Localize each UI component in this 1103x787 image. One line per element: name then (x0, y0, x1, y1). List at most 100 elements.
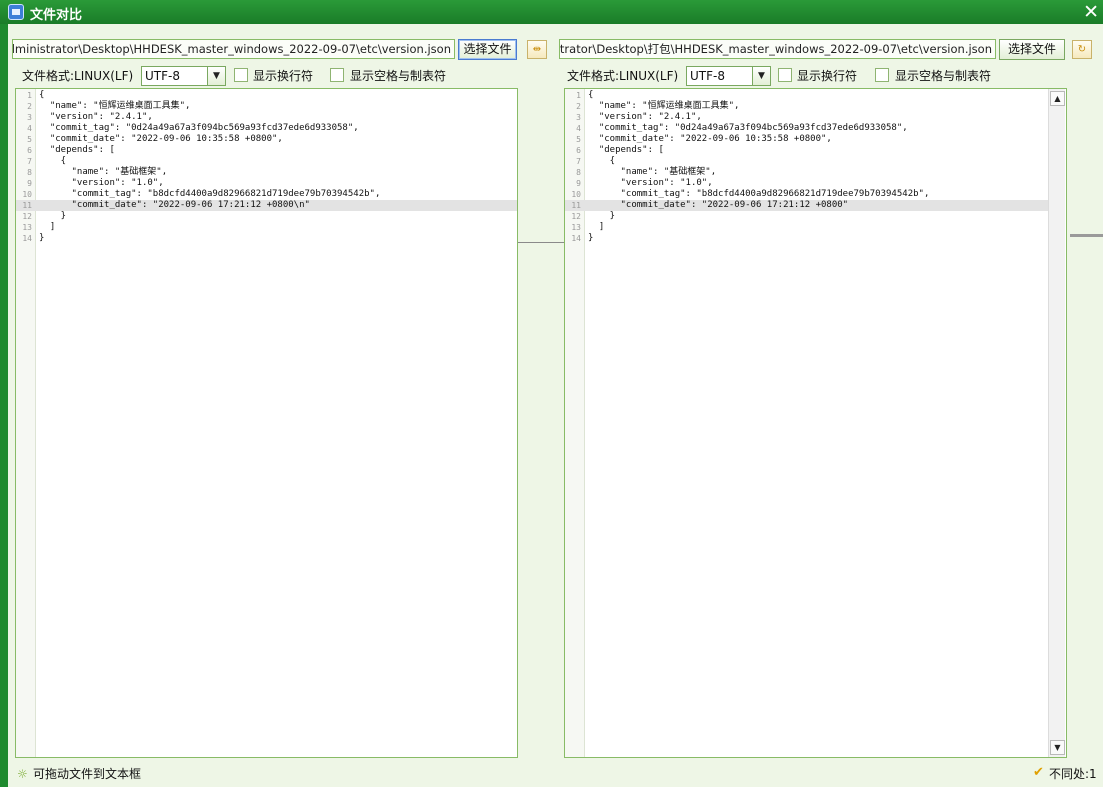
right-format-label: 文件格式:LINUX(LF) (567, 69, 679, 83)
line-text: ] (39, 222, 56, 232)
line-number: 1 (576, 91, 581, 100)
status-hint: 可拖动文件到文本框 (33, 767, 142, 781)
line-text: "commit_date": "2022-09-06 10:35:58 +080… (588, 134, 832, 144)
left-show-newline-label: 显示换行符 (253, 69, 314, 83)
line-text: } (39, 233, 45, 243)
diff-overview-marker[interactable] (1070, 234, 1103, 237)
line-text: } (588, 233, 594, 243)
line-number: 7 (576, 157, 581, 166)
left-editor[interactable]: 1{2 "name": "恒辉运维桌面工具集", 3 "version": "2.… (15, 88, 518, 758)
chevron-down-icon[interactable]: ▼ (752, 67, 770, 85)
line-number: 12 (571, 212, 581, 221)
line-number: 12 (22, 212, 32, 221)
line-number: 11 (22, 201, 32, 210)
code-line[interactable]: 6 "depends": [ (565, 145, 1048, 156)
scroll-up-icon[interactable]: ▲ (1050, 91, 1065, 106)
line-text: ] (588, 222, 605, 232)
line-number: 9 (576, 179, 581, 188)
line-number: 8 (576, 168, 581, 177)
line-text: "commit_tag": "0d24a49a67a3f094bc569a93f… (588, 123, 908, 133)
code-line[interactable]: 11 "commit_date": "2022-09-06 17:21:12 +… (565, 200, 1048, 211)
code-line[interactable]: 2 "name": "恒辉运维桌面工具集", (565, 101, 1048, 112)
title-bar[interactable]: 文件对比 ✕ (0, 0, 1103, 24)
code-line[interactable]: 12 } (16, 211, 517, 222)
left-encoding-select[interactable]: UTF-8 ▼ (141, 66, 226, 86)
code-line[interactable]: 5 "commit_date": "2022-09-06 10:35:58 +0… (565, 134, 1048, 145)
right-vertical-scrollbar[interactable]: ▲ ▼ (1048, 89, 1065, 757)
close-icon[interactable]: ✕ (1083, 1, 1099, 23)
right-editor[interactable]: 1{2 "name": "恒辉运维桌面工具集", 3 "version": "2.… (564, 88, 1067, 758)
line-text: "name": "基础框架", (39, 167, 168, 177)
left-choose-file-button[interactable]: 选择文件 (458, 39, 517, 60)
line-text: "version": "2.4.1", (588, 112, 702, 122)
check-icon: ✔ (1033, 765, 1044, 780)
line-number: 8 (27, 168, 32, 177)
line-text: "depends": [ (588, 145, 664, 155)
code-line[interactable]: 9 "version": "1.0", (16, 178, 517, 189)
line-number: 4 (576, 124, 581, 133)
code-line[interactable]: 1{ (16, 90, 517, 101)
line-text: "name": "恒辉运维桌面工具集", (588, 101, 740, 111)
code-line[interactable]: 2 "name": "恒辉运维桌面工具集", (16, 101, 517, 112)
right-show-newline-label: 显示换行符 (797, 69, 858, 83)
line-text: { (588, 90, 594, 100)
code-line[interactable]: 13 ] (16, 222, 517, 233)
code-line[interactable]: 7 { (565, 156, 1048, 167)
code-line[interactable]: 11 "commit_date": "2022-09-06 17:21:12 +… (16, 200, 517, 211)
right-show-space-checkbox[interactable] (875, 68, 889, 82)
left-show-space-checkbox[interactable] (330, 68, 344, 82)
code-line[interactable]: 13 ] (565, 222, 1048, 233)
line-text: "version": "1.0", (39, 178, 164, 188)
line-text: "depends": [ (39, 145, 115, 155)
diff-count: 不同处:1 (1049, 767, 1097, 781)
line-text: "version": "1.0", (588, 178, 713, 188)
code-line[interactable]: 1{ (565, 90, 1048, 101)
code-line[interactable]: 4 "commit_tag": "0d24a49a67a3f094bc569a9… (16, 123, 517, 134)
code-line[interactable]: 7 { (16, 156, 517, 167)
line-number: 3 (27, 113, 32, 122)
line-text: "commit_date": "2022-09-06 17:21:12 +080… (588, 200, 849, 210)
refresh-icon[interactable]: ↻ (1072, 40, 1092, 59)
scroll-down-icon[interactable]: ▼ (1050, 740, 1065, 755)
code-line[interactable]: 3 "version": "2.4.1", (565, 112, 1048, 123)
diff-connector-line (518, 242, 564, 243)
code-line[interactable]: 8 "name": "基础框架", (565, 167, 1048, 178)
code-line[interactable]: 5 "commit_date": "2022-09-06 10:35:58 +0… (16, 134, 517, 145)
left-path-input[interactable]: C:\Users\Administrator\Desktop\HHDESK_ma… (12, 39, 455, 59)
line-text: { (39, 156, 67, 166)
line-number: 2 (27, 102, 32, 111)
line-number: 7 (27, 157, 32, 166)
code-line[interactable]: 6 "depends": [ (16, 145, 517, 156)
left-show-newline-checkbox[interactable] (234, 68, 248, 82)
right-path-input[interactable]: C:\Users\Administrator\Desktop\打包\HHDESK… (559, 39, 996, 59)
right-show-space-label: 显示空格与制表符 (895, 69, 992, 83)
line-number: 3 (576, 113, 581, 122)
code-line[interactable]: 10 "commit_tag": "b8dcfd4400a9d82966821d… (565, 189, 1048, 200)
code-line[interactable]: 3 "version": "2.4.1", (16, 112, 517, 123)
right-encoding-value: UTF-8 (690, 69, 725, 83)
code-line[interactable]: 14} (565, 233, 1048, 244)
code-line[interactable]: 8 "name": "基础框架", (16, 167, 517, 178)
line-text: "commit_date": "2022-09-06 17:21:12 +080… (39, 200, 310, 210)
line-number: 6 (27, 146, 32, 155)
code-line[interactable]: 12 } (565, 211, 1048, 222)
chevron-down-icon[interactable]: ▼ (207, 67, 225, 85)
code-line[interactable]: 9 "version": "1.0", (565, 178, 1048, 189)
line-text: "commit_tag": "b8dcfd4400a9d82966821d719… (39, 189, 381, 199)
right-show-newline-checkbox[interactable] (778, 68, 792, 82)
right-choose-file-button[interactable]: 选择文件 (999, 39, 1065, 60)
code-line[interactable]: 4 "commit_tag": "0d24a49a67a3f094bc569a9… (565, 123, 1048, 134)
right-encoding-select[interactable]: UTF-8 ▼ (686, 66, 771, 86)
line-number: 10 (571, 190, 581, 199)
line-text: } (588, 211, 616, 221)
line-text: { (588, 156, 616, 166)
swap-icon[interactable]: ⇹ (527, 40, 547, 59)
line-text: "version": "2.4.1", (39, 112, 153, 122)
line-number: 11 (571, 201, 581, 210)
line-number: 5 (27, 135, 32, 144)
code-line[interactable]: 10 "commit_tag": "b8dcfd4400a9d82966821d… (16, 189, 517, 200)
line-text: } (39, 211, 67, 221)
line-text: "commit_date": "2022-09-06 10:35:58 +080… (39, 134, 283, 144)
code-line[interactable]: 14} (16, 233, 517, 244)
line-number: 9 (27, 179, 32, 188)
